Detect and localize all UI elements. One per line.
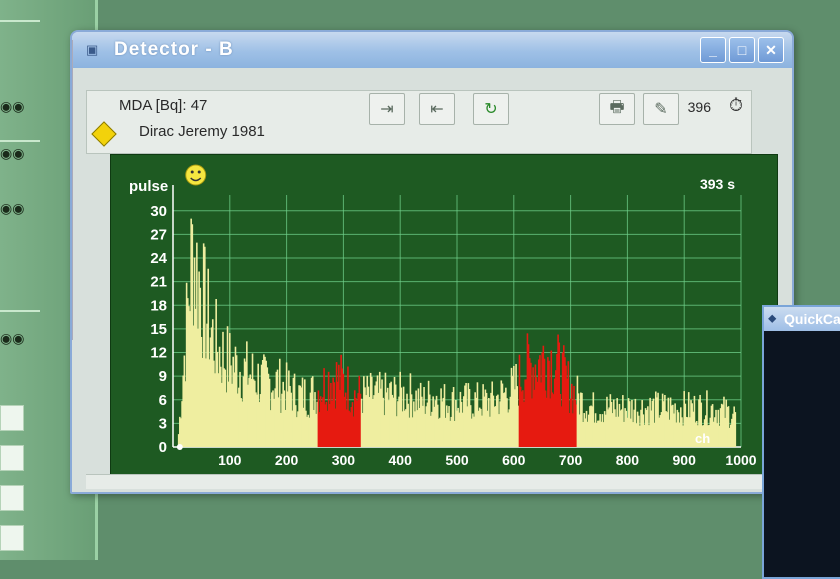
smiley-icon: [185, 164, 207, 186]
origin-marker: [176, 444, 183, 450]
print-button[interactable]: 🖶: [599, 93, 635, 125]
x-tick-label: 500: [445, 452, 469, 468]
y-tick-label: 12: [150, 345, 167, 362]
mda-readout: MDA [Bq]: 47: [119, 97, 208, 114]
panel-slot[interactable]: [0, 525, 24, 551]
close-button[interactable]: ✕: [758, 37, 784, 63]
binoculars-icon[interactable]: ◉◉: [0, 330, 24, 347]
status-bar: [86, 474, 776, 489]
window-title: Detector - B: [114, 39, 234, 60]
app-icon: ▣: [86, 42, 99, 57]
maximize-button[interactable]: □: [729, 37, 755, 63]
info-toolbar: MDA [Bq]: 47 Dirac Jeremy 1981 ⇥ ⇤ ↻ 🖶 ✎…: [86, 90, 752, 154]
tools-icon: ✎: [654, 101, 668, 118]
y-tick-label: 24: [150, 250, 167, 267]
tools-button[interactable]: ✎: [643, 93, 679, 125]
y-tick-label: 15: [150, 321, 167, 338]
y-tick-label: 3: [159, 415, 167, 432]
warning-diamond-icon: [91, 121, 117, 147]
x-tick-label: 700: [559, 452, 583, 468]
forward-button[interactable]: ⇥: [369, 93, 405, 125]
x-tick-label: 300: [332, 452, 356, 468]
plot-left-ruler: [72, 40, 73, 340]
x-tick-label: 1000: [725, 452, 756, 468]
x-tick-label: 800: [616, 452, 640, 468]
panel-slot[interactable]: [0, 445, 24, 471]
elapsed-time-label: 393 s: [700, 176, 735, 192]
quick-panel-icon: ⬥: [768, 311, 777, 325]
y-tick-label: 27: [150, 226, 167, 243]
x-tick-label: 600: [502, 452, 526, 468]
panel-divider: [0, 310, 40, 312]
refresh-icon: ↻: [484, 101, 498, 118]
y-tick-label: 21: [150, 274, 167, 291]
y-tick-label: 18: [150, 297, 167, 314]
quick-panel-window: QuickCa ⬥: [762, 305, 840, 579]
back-icon: ⇤: [430, 101, 444, 118]
y-tick-label: 9: [159, 368, 167, 385]
binoculars-icon[interactable]: ◉◉: [0, 145, 24, 162]
binoculars-icon[interactable]: ◉◉: [0, 98, 24, 115]
title-bar[interactable]: ▣ Detector - B _ □ ✕: [72, 32, 792, 68]
refresh-button[interactable]: ↻: [473, 93, 509, 125]
panel-divider: [0, 140, 40, 142]
binoculars-icon[interactable]: ◉◉: [0, 200, 24, 217]
printer-icon: 🖶: [609, 98, 625, 116]
panel-divider: [0, 20, 40, 22]
panel-slot[interactable]: [0, 405, 24, 431]
y-axis-label: pulse: [129, 178, 168, 195]
stopwatch-icon[interactable]: ⏱: [729, 95, 743, 116]
y-tick-label: 0: [159, 439, 167, 456]
forward-icon: ⇥: [380, 101, 394, 118]
x-tick-label: 100: [218, 452, 242, 468]
x-tick-label: 900: [673, 452, 697, 468]
y-tick-label: 30: [150, 203, 167, 220]
spectrum-chart: 0 3 6 9 12 15 18 21 24 27 30 100 200 300 400 500 600 700 8…: [129, 164, 757, 468]
x-unit-label: ch: [695, 431, 710, 446]
spectrum-plot: 0 3 6 9 12 15 18 21 24 27 30 100 200 300 400 500 600 700 8…: [110, 154, 778, 476]
smiley-eye: [197, 170, 201, 174]
count-readout: 396: [687, 99, 711, 115]
detector-window: ▣ Detector - B _ □ ✕ MDA [Bq]: 47 Dirac …: [70, 30, 794, 494]
minimize-button[interactable]: _: [700, 37, 726, 63]
x-tick-label: 200: [275, 452, 299, 468]
person-label: Dirac Jeremy 1981: [139, 123, 265, 140]
back-button[interactable]: ⇤: [419, 93, 455, 125]
smiley-eye: [190, 170, 194, 174]
x-tick-label: 400: [389, 452, 413, 468]
panel-slot[interactable]: [0, 485, 24, 511]
y-tick-label: 6: [159, 392, 167, 409]
